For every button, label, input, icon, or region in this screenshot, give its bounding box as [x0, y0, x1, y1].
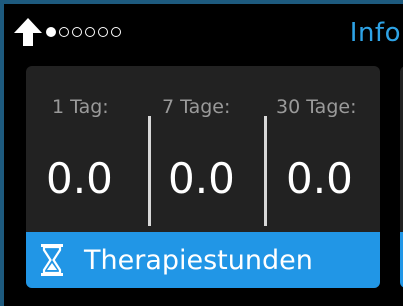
value-1-day: 0.0	[46, 154, 113, 203]
back-arrow-icon[interactable]	[12, 16, 44, 48]
page-dot	[59, 27, 69, 37]
period-label-7-days: 7 Tage:	[162, 96, 231, 118]
device-screen: Info 1 Tag: 7 Tage: 30 Tage: 0.0 0.0 0.0…	[4, 4, 403, 306]
period-label-1-day: 1 Tag:	[52, 96, 109, 118]
value-7-days: 0.0	[168, 154, 235, 203]
page-dot	[72, 27, 82, 37]
divider	[148, 116, 151, 226]
header: Info	[4, 4, 403, 64]
hourglass-icon	[40, 243, 64, 277]
page-dot	[85, 27, 95, 37]
therapy-hours-card[interactable]: 1 Tag: 7 Tage: 30 Tage: 0.0 0.0 0.0 Ther…	[26, 66, 380, 288]
card-footer: Therapiestunden	[26, 232, 380, 288]
info-button[interactable]: Info	[350, 18, 401, 48]
page-indicator	[46, 27, 121, 37]
page-dot-active	[46, 27, 56, 37]
page-dot	[98, 27, 108, 37]
divider	[264, 116, 267, 226]
card-title: Therapiestunden	[84, 244, 313, 276]
page-dot	[111, 27, 121, 37]
period-label-30-days: 30 Tage:	[276, 96, 357, 118]
value-30-days: 0.0	[286, 154, 353, 203]
